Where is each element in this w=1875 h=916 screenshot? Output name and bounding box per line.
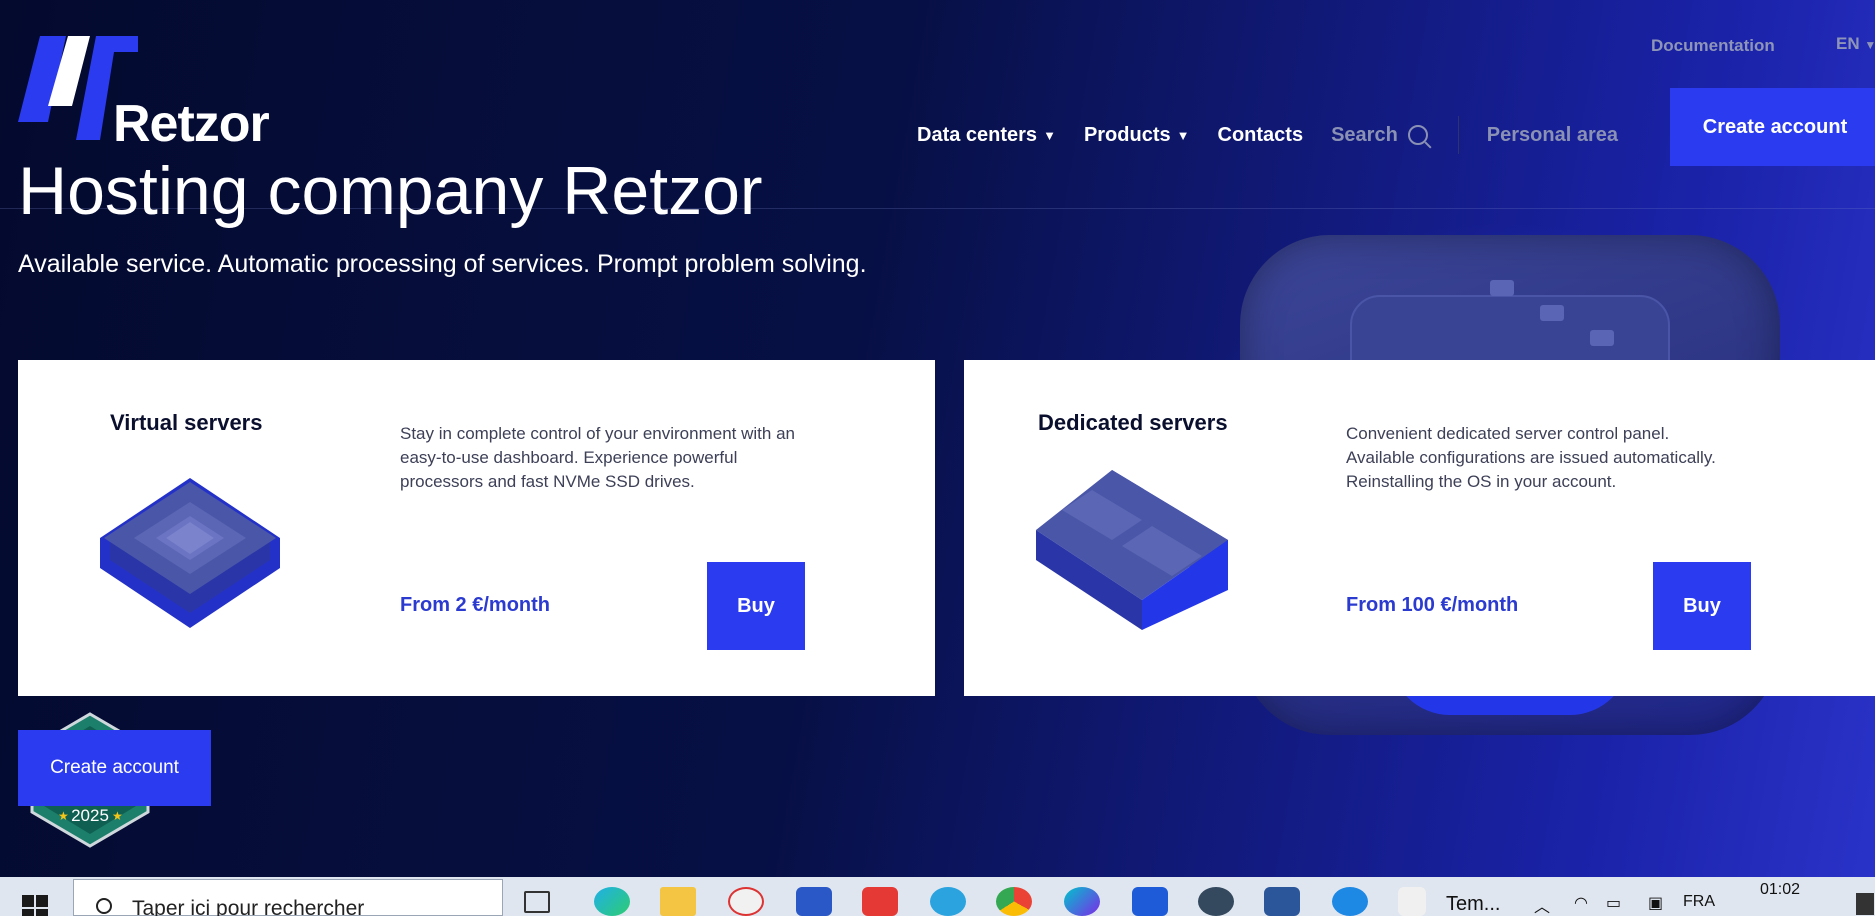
chrome-browser-icon[interactable] (996, 887, 1032, 916)
dedicated-servers-card: Dedicated servers Convenient dedicated s… (964, 360, 1875, 696)
card-price: From 100 €/month (1346, 594, 1519, 616)
web-page: Retzor Documentation EN ▼ Data centers ▼… (0, 0, 1875, 877)
dedicated-server-icon (1036, 470, 1228, 630)
chevron-up-icon[interactable]: ︿ (1534, 893, 1550, 916)
buy-button[interactable]: Buy (1653, 562, 1751, 650)
vpn-app-icon[interactable] (1132, 887, 1168, 916)
virtual-server-icon (100, 478, 280, 628)
camera-icon[interactable]: ▣ (1648, 893, 1663, 913)
brand-name: Retzor (113, 95, 270, 153)
buy-button[interactable]: Buy (707, 562, 805, 650)
taskbar-clock[interactable]: 01:02 (1760, 881, 1800, 899)
language-selector[interactable]: EN ▼ (1836, 34, 1875, 54)
taskbar-temp-label: Tem... (1446, 893, 1501, 915)
battery-icon[interactable]: ▭ (1606, 893, 1621, 913)
nav-search[interactable]: Search (1331, 124, 1428, 147)
edge-browser-icon[interactable] (594, 887, 630, 916)
network-app-icon[interactable] (728, 887, 764, 916)
nav-personal-area-label: Personal area (1486, 123, 1618, 146)
nav-contacts[interactable]: Contacts (1218, 124, 1304, 147)
documentation-link[interactable]: Documentation (1651, 36, 1775, 56)
create-account-button[interactable]: Create account (1670, 88, 1875, 166)
windows-taskbar: Taper ici pour rechercher Tem... ︿ ◠ ▭ ▣… (0, 877, 1875, 916)
taskbar-search-placeholder: Taper ici pour rechercher (132, 897, 365, 916)
nav-products-label: Products (1083, 123, 1171, 146)
nav-data-centers[interactable]: Data centers ▼ (917, 124, 1056, 147)
temperature-icon[interactable] (1398, 887, 1426, 916)
nav-data-centers-label: Data centers (917, 123, 1038, 146)
retzor-logo[interactable]: Retzor (18, 36, 278, 153)
file-explorer-icon[interactable] (660, 887, 696, 916)
language-code: EN (1836, 34, 1860, 53)
card-title: Virtual servers (110, 410, 263, 435)
sky-app-icon[interactable] (1198, 887, 1234, 916)
create-account-cta-button[interactable]: Create account (18, 730, 211, 806)
telegram-icon[interactable] (930, 887, 966, 916)
search-icon (96, 898, 112, 914)
card-price: From 2 €/month (400, 594, 551, 616)
canva-icon[interactable] (1064, 887, 1100, 916)
wifi-icon[interactable]: ◠ (1574, 893, 1588, 913)
nav-search-label: Search (1331, 123, 1398, 146)
card-description: Convenient dedicated server control pane… (1346, 424, 1716, 491)
taskbar-search-box[interactable]: Taper ici pour rechercher (73, 879, 503, 916)
notifications-icon[interactable] (1856, 893, 1874, 915)
card-title: Dedicated servers (1038, 410, 1228, 435)
caret-down-icon: ▼ (1176, 127, 1190, 143)
chevron-down-icon: ▼ (1864, 38, 1875, 52)
virtual-servers-card: Virtual servers Stay in complete control… (18, 360, 935, 696)
word-icon[interactable] (1264, 887, 1300, 916)
caret-down-icon: ▼ (1043, 127, 1056, 143)
task-view-icon[interactable] (524, 891, 550, 913)
mail-app-icon[interactable] (796, 887, 832, 916)
page-subtitle: Available service. Automatic processing … (18, 250, 867, 278)
media-app-icon[interactable] (862, 887, 898, 916)
card-description: Stay in complete control of your environ… (400, 424, 795, 491)
badge-year: 2025 (71, 806, 109, 825)
nav-personal-area[interactable]: Personal area (1487, 124, 1618, 147)
main-nav: Data centers ▼ Products ▼ Contacts Searc… (917, 116, 1618, 154)
help-icon[interactable] (1332, 887, 1368, 916)
search-icon (1407, 125, 1428, 145)
input-language[interactable]: FRA (1683, 893, 1715, 911)
page-title: Hosting company Retzor (18, 153, 763, 229)
nav-products[interactable]: Products ▼ (1084, 124, 1190, 147)
nav-contacts-label: Contacts (1217, 123, 1304, 146)
nav-divider (1457, 116, 1459, 154)
windows-start-icon[interactable] (22, 895, 50, 916)
